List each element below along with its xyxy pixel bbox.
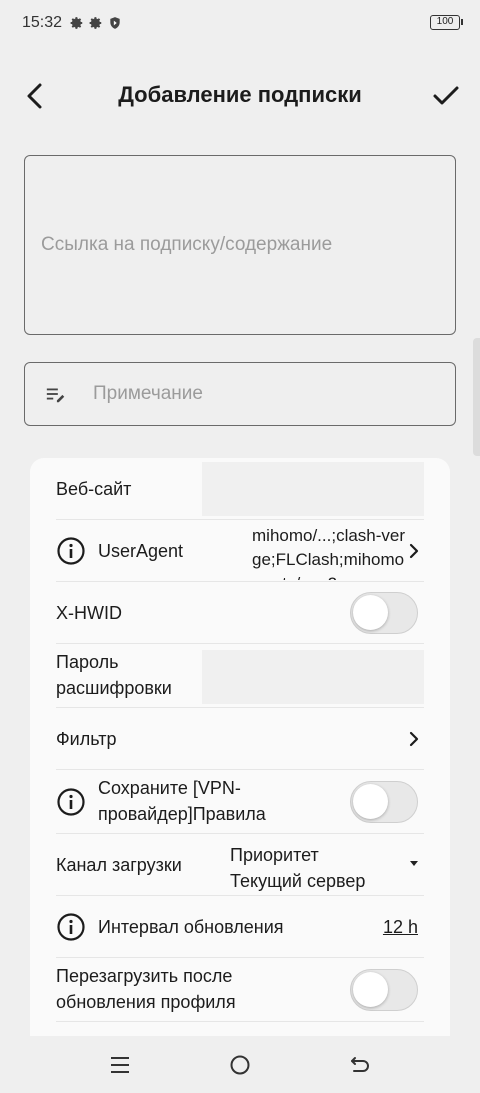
status-time: 15:32 — [22, 14, 63, 31]
interval-value[interactable]: 12 h — [383, 914, 418, 940]
reload-row: Перезагрузить после обновления профиля — [56, 958, 424, 1022]
gear-icon — [89, 17, 102, 29]
nav-menu-button[interactable] — [105, 1050, 135, 1080]
edit-note-icon — [46, 388, 65, 403]
reload-toggle[interactable] — [350, 969, 418, 1011]
interval-row: Интервал обновления 12 h — [56, 896, 424, 958]
reload-label: Перезагрузить после обновления профиля — [56, 966, 236, 1012]
channel-value: Приоритет Текущий сервер — [230, 845, 366, 891]
channel-dropdown[interactable]: Приоритет Текущий сервер — [226, 834, 424, 896]
xhwid-label: X-HWID — [56, 603, 122, 623]
note-input[interactable]: Примечание — [24, 362, 456, 426]
system-nav-bar — [0, 1036, 480, 1093]
app-bar: Добавление подписки — [0, 64, 480, 128]
url-placeholder: Ссылка на подписку/содержание — [41, 234, 333, 255]
info-icon[interactable] — [56, 912, 86, 942]
dropdown-arrow-icon — [410, 861, 418, 866]
shield-icon — [110, 17, 120, 29]
interval-label: Интервал обновления — [98, 917, 284, 937]
password-label: Пароль расшифровки — [56, 652, 172, 698]
info-icon[interactable] — [56, 787, 86, 817]
filter-row[interactable]: Фильтр — [56, 708, 424, 770]
save-rules-row: Сохраните [VPN-провайдер]Правила — [56, 770, 424, 834]
toggle-knob — [353, 595, 388, 630]
chevron-right-icon — [409, 543, 419, 559]
useragent-row[interactable]: UserAgent mihomo/...;clash-verge;FLClash… — [56, 520, 424, 582]
status-icons — [70, 16, 122, 30]
filter-label: Фильтр — [56, 729, 117, 749]
chevron-right-icon — [409, 731, 419, 747]
check-icon — [433, 86, 459, 105]
channel-label: Канал загрузки — [56, 855, 182, 875]
nav-back-button[interactable] — [345, 1050, 375, 1080]
xhwid-row: X-HWID — [56, 582, 424, 644]
scroll-handle[interactable] — [473, 338, 480, 456]
toggle-knob — [353, 784, 388, 819]
website-input[interactable] — [202, 462, 424, 516]
password-row: Пароль расшифровки — [56, 644, 424, 708]
save-rules-label: Сохраните [VPN-провайдер]Правила — [98, 778, 266, 824]
gear-icon — [70, 17, 83, 29]
toggle-knob — [353, 972, 388, 1007]
note-placeholder: Примечание — [93, 383, 203, 404]
status-bar: 15:32 100 — [0, 0, 480, 48]
subscription-url-input[interactable]: Ссылка на подписку/содержание — [24, 155, 456, 335]
battery-indicator: 100 — [430, 15, 463, 30]
useragent-label: UserAgent — [98, 541, 184, 561]
website-row: Веб-сайт — [56, 458, 424, 520]
channel-row: Канал загрузки Приоритет Текущий сервер — [56, 834, 424, 896]
confirm-button[interactable] — [426, 76, 466, 116]
back-icon — [351, 1057, 369, 1072]
save-rules-toggle[interactable] — [350, 781, 418, 823]
useragent-value: mihomo/...;clash-verge;FLClash;mihomo-pa… — [252, 526, 406, 580]
password-input[interactable] — [202, 650, 424, 704]
home-icon — [230, 1055, 250, 1075]
website-label: Веб-сайт — [56, 479, 132, 499]
menu-icon — [111, 1057, 129, 1073]
page-title: Добавление подписки — [118, 82, 362, 107]
nav-home-button[interactable] — [225, 1050, 255, 1080]
info-icon[interactable] — [56, 536, 86, 566]
xhwid-toggle[interactable] — [350, 592, 418, 634]
settings-card: Веб-сайт UserAgent mihomo/...;clash-verg… — [30, 458, 450, 1048]
